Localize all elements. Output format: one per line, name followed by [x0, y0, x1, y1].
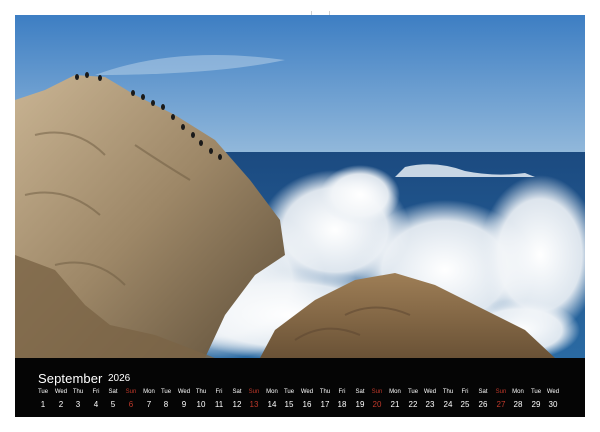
day-name: Wed — [546, 389, 560, 395]
calendar-strip: September 2026 Tue 1 Wed 2 Thu 3 Fri 4 Sat 5 Sun 6 M… — [15, 358, 585, 417]
day-name: Thu — [72, 389, 84, 395]
day-name: Sun — [371, 389, 383, 395]
day-name: Tue — [283, 389, 295, 395]
day-number: 8 — [163, 400, 169, 409]
day-name: Tue — [530, 389, 542, 395]
day-number: 9 — [181, 400, 187, 409]
day-name: Sat — [108, 389, 118, 395]
day-number: 6 — [128, 400, 134, 409]
day-number: 25 — [460, 400, 470, 409]
day-number: 11 — [214, 400, 224, 409]
day-number: 24 — [443, 400, 453, 409]
day-name: Fri — [338, 389, 346, 395]
day-name: Fri — [461, 389, 469, 395]
day-number: 26 — [478, 400, 488, 409]
day-name: Tue — [407, 389, 419, 395]
day-number: 16 — [302, 400, 312, 409]
day-number: 4 — [93, 400, 99, 409]
day-name: Sun — [125, 389, 137, 395]
day-number: 27 — [496, 400, 506, 409]
day-number: 28 — [513, 400, 523, 409]
month-name: September — [38, 371, 103, 386]
day-number: 21 — [390, 400, 400, 409]
day-number: 10 — [196, 400, 206, 409]
day-number: 20 — [372, 400, 382, 409]
day-name: Mon — [143, 389, 155, 395]
day-name: Thu — [442, 389, 454, 395]
day-name: Wed — [54, 389, 68, 395]
day-number: 13 — [249, 400, 259, 409]
day-name: Wed — [300, 389, 314, 395]
day-name: Fri — [92, 389, 100, 395]
day-number: 19 — [355, 400, 365, 409]
year-label: 2026 — [108, 373, 131, 384]
day-name: Mon — [266, 389, 278, 395]
day-name: Sun — [248, 389, 260, 395]
day-number: 15 — [284, 400, 294, 409]
day-name: Fri — [215, 389, 223, 395]
day-name: Tue — [37, 389, 49, 395]
day-name: Wed — [423, 389, 437, 395]
day-number: 18 — [337, 400, 347, 409]
day-number: 14 — [267, 400, 277, 409]
day-number: 23 — [425, 400, 435, 409]
day-number: 5 — [110, 400, 116, 409]
day-name: Sat — [355, 389, 365, 395]
day-number: 22 — [408, 400, 418, 409]
day-name: Sat — [232, 389, 242, 395]
day-name: Mon — [512, 389, 524, 395]
day-number: 30 — [548, 400, 558, 409]
day-name: Thu — [195, 389, 207, 395]
day-number: 7 — [146, 400, 152, 409]
day-name: Thu — [319, 389, 331, 395]
day-name: Sun — [495, 389, 507, 395]
day-name: Mon — [389, 389, 401, 395]
day-name: Tue — [160, 389, 172, 395]
day-name: Wed — [177, 389, 191, 395]
day-number: 1 — [40, 400, 46, 409]
day-number: 29 — [531, 400, 541, 409]
day-number: 17 — [320, 400, 330, 409]
day-name: Sat — [478, 389, 488, 395]
calendar-photo — [15, 15, 585, 358]
day-number: 12 — [232, 400, 242, 409]
day-number: 2 — [58, 400, 64, 409]
day-number: 3 — [75, 400, 81, 409]
